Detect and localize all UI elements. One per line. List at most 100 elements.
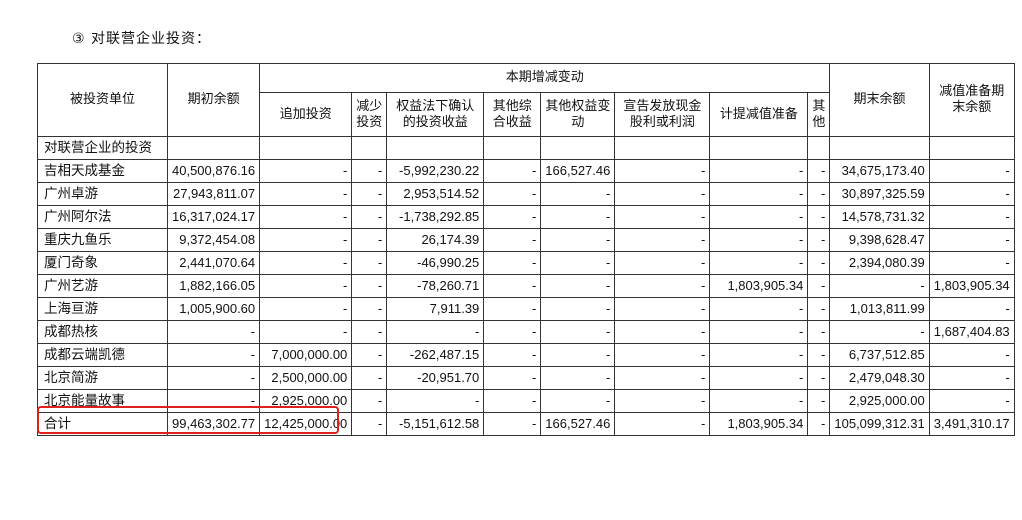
cell-closing: -: [829, 320, 930, 344]
table-row: 成都云端凯德 -7,000,000.00- -262,487.15- - - - -6,73…: [37, 343, 1015, 367]
cell-add: -: [259, 159, 353, 183]
cell-other-ci: -: [483, 320, 542, 344]
header-reduce-invest: 减少投资: [351, 92, 388, 137]
cell-impairment: 1,803,905.34: [709, 274, 809, 298]
row-name: 厦门奇象: [37, 251, 168, 275]
row-name: 广州阿尔法: [37, 205, 168, 229]
cell-other: -: [807, 205, 831, 229]
cell-impairment: 1,803,905.34: [709, 412, 809, 436]
header-impairment-closing: 减值准备期末余额: [928, 63, 1015, 137]
cell-add: 2,500,000.00: [259, 366, 353, 390]
header-other-equity: 其他权益变动: [540, 92, 616, 137]
cell-add: -: [259, 274, 353, 298]
cell-closing: 34,675,173.40: [829, 159, 930, 183]
cell-other: -: [807, 389, 831, 413]
header-other-ci: 其他综合收益: [483, 92, 542, 137]
cell-dividends: -: [614, 182, 711, 206]
cell-opening: 9,372,454.08: [166, 228, 261, 252]
cell-reduce: -: [351, 297, 388, 321]
cell-equity-income: -5,992,230.22: [386, 159, 485, 183]
cell-closing: -: [829, 274, 930, 298]
cell-other-equity: -: [540, 251, 616, 275]
cell-opening: 40,500,876.16: [166, 159, 261, 183]
cell-reduce: -: [351, 320, 388, 344]
cell-equity-income: 26,174.39: [386, 228, 485, 252]
cell-equity-income: -20,951.70: [386, 366, 485, 390]
cell-other-equity: -: [540, 297, 616, 321]
cell-dividends: -: [614, 205, 711, 229]
cell-impairment-closing: -: [928, 159, 1015, 183]
cell-closing: 105,099,312.31: [829, 412, 930, 436]
cell-other-ci: -: [483, 205, 542, 229]
row-name: 吉相天成基金: [37, 159, 168, 183]
cell-dividends: -: [614, 251, 711, 275]
cell-impairment-closing: -: [928, 182, 1015, 206]
section-row: 对联营企业的投资: [37, 136, 1015, 160]
cell-other-ci: -: [483, 389, 542, 413]
cell-opening: -: [166, 320, 261, 344]
cell-reduce: -: [351, 389, 388, 413]
cell-other: -: [807, 274, 831, 298]
cell-impairment: -: [709, 251, 809, 275]
cell-opening: 16,317,024.17: [166, 205, 261, 229]
cell-impairment-closing: -: [928, 251, 1015, 275]
cell-add: -: [259, 251, 353, 275]
cell-add: -: [259, 320, 353, 344]
cell-other-ci: -: [483, 412, 542, 436]
cell-other-ci: -: [483, 159, 542, 183]
cell-impairment: -: [709, 159, 809, 183]
cell-other-equity: -: [540, 366, 616, 390]
cell-reduce: -: [351, 182, 388, 206]
cell-reduce: -: [351, 366, 388, 390]
cell-add: 7,000,000.00: [259, 343, 353, 367]
header-investee: 被投资单位: [37, 63, 168, 137]
cell-opening: 2,441,070.64: [166, 251, 261, 275]
cell-closing: 1,013,811.99: [829, 297, 930, 321]
cell-other-equity: -: [540, 228, 616, 252]
associates-investment-table: 被投资单位 期初余额 本期增减变动 期末余额 减值准备期末余额 追加投资 减少投…: [37, 63, 1015, 436]
cell-other-ci: -: [483, 366, 542, 390]
table-row: 广州卓游 27,943,811.07- -2,953,514.52- - - - -30,8…: [37, 182, 1015, 206]
cell-other-ci: -: [483, 251, 542, 275]
cell-closing: 2,394,080.39: [829, 251, 930, 275]
cell-dividends: -: [614, 412, 711, 436]
cell-add: -: [259, 182, 353, 206]
header-impairment: 计提减值准备: [709, 92, 809, 137]
cell-closing: 30,897,325.59: [829, 182, 930, 206]
cell-equity-income: -: [386, 320, 485, 344]
cell-impairment: -: [709, 343, 809, 367]
header-changes-group: 本期增减变动: [259, 63, 831, 93]
table-row: 吉相天成基金 40,500,876.16- - -5,992,230.22-166,5…: [37, 159, 1015, 183]
cell-other: -: [807, 159, 831, 183]
header-other: 其他: [807, 92, 831, 137]
table-row: 广州艺游 1,882,166.05- - -78,260.71- - -1,803,905…: [37, 274, 1015, 298]
cell-reduce: -: [351, 274, 388, 298]
cell-impairment-closing: -: [928, 389, 1015, 413]
cell-reduce: -: [351, 343, 388, 367]
cell-dividends: -: [614, 343, 711, 367]
cell-impairment-closing: -: [928, 205, 1015, 229]
cell-impairment: -: [709, 228, 809, 252]
cell-impairment: -: [709, 182, 809, 206]
cell-other: -: [807, 251, 831, 275]
table-row: 成都热核 - - - - - - - - - -1,687,404.83: [37, 320, 1015, 344]
cell-other: -: [807, 297, 831, 321]
cell-other: -: [807, 366, 831, 390]
cell-closing: 6,737,512.85: [829, 343, 930, 367]
cell-dividends: -: [614, 159, 711, 183]
cell-opening: 1,005,900.60: [166, 297, 261, 321]
cell-dividends: -: [614, 297, 711, 321]
cell-other: -: [807, 182, 831, 206]
cell-reduce: -: [351, 228, 388, 252]
cell-impairment-closing: -: [928, 297, 1015, 321]
cell-other-equity: -: [540, 274, 616, 298]
cell-other: -: [807, 228, 831, 252]
cell-reduce: -: [351, 159, 388, 183]
cell-reduce: -: [351, 412, 388, 436]
cell-impairment-closing: -: [928, 343, 1015, 367]
table-row: 厦门奇象 2,441,070.64- - -46,990.25- - - - -2,394,0…: [37, 251, 1015, 275]
header-opening: 期初余额: [166, 63, 261, 137]
cell-impairment: -: [709, 366, 809, 390]
cell-equity-income: -46,990.25: [386, 251, 485, 275]
cell-other-ci: -: [483, 182, 542, 206]
